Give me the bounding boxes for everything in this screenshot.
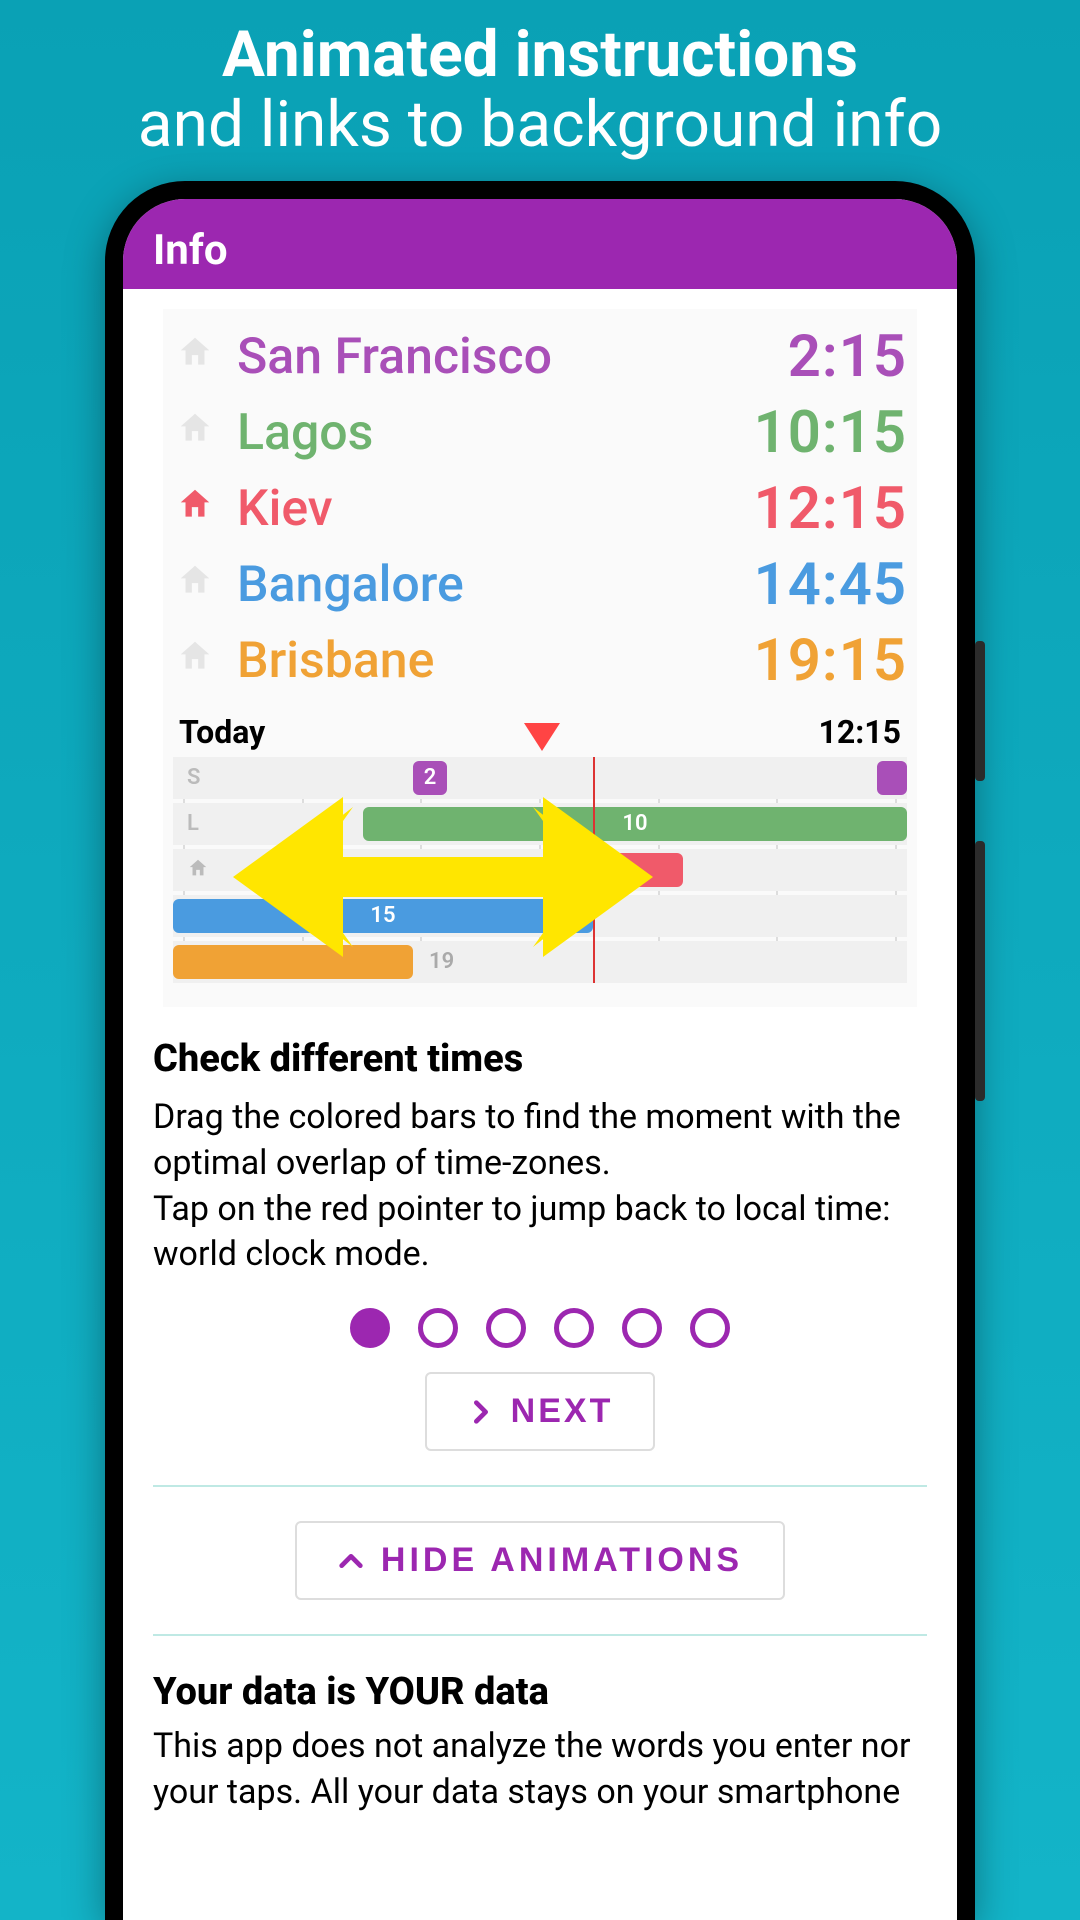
promo-subtitle: and links to background info <box>138 90 942 160</box>
animation-illustration[interactable]: San Francisco2:15Lagos10:15Kiev12:15Bang… <box>163 309 917 1007</box>
privacy-body: This app does not analyze the words you … <box>153 1724 927 1816</box>
timezone-bar[interactable]: 2 <box>413 761 447 795</box>
city-name: Bangalore <box>237 556 734 614</box>
app-bar: Info <box>123 199 957 289</box>
home-icon <box>173 485 217 533</box>
hide-animations-button[interactable]: HIDE ANIMATIONS <box>295 1521 785 1600</box>
page-indicator[interactable] <box>123 1308 957 1348</box>
promo-header: Animated instructions and links to backg… <box>118 0 962 161</box>
timezone-bar[interactable]: 10 <box>363 807 907 841</box>
home-icon <box>173 561 217 609</box>
city-row[interactable]: Bangalore 14:45 <box>173 547 907 623</box>
city-time: 10:15 <box>754 399 907 467</box>
home-icon <box>173 333 217 381</box>
next-button[interactable]: NEXT <box>425 1372 656 1451</box>
phone-side-button <box>975 641 985 781</box>
city-row[interactable]: Brisbane 19:15 <box>173 623 907 699</box>
privacy-heading: Your data is YOUR data <box>153 1670 927 1714</box>
timeline-today-label: Today <box>179 713 265 751</box>
city-row[interactable]: Kiev 12:15 <box>173 471 907 547</box>
home-icon <box>173 637 217 685</box>
chevron-up-icon <box>337 1547 365 1575</box>
timezone-bar[interactable]: 15 <box>173 899 593 933</box>
city-name: San Francisco <box>237 328 768 386</box>
page-dot[interactable] <box>350 1308 390 1348</box>
app-bar-title: Info <box>153 226 228 275</box>
home-icon <box>173 409 217 457</box>
page-dot[interactable] <box>690 1308 730 1348</box>
timeline-bars[interactable]: S 2 L 10 B 15 <box>173 757 907 983</box>
home-row-icon <box>187 857 209 885</box>
page-dot[interactable] <box>418 1308 458 1348</box>
phone-frame: Info San Francisco 2:15 Lagos 10:15 Kiev 12:1… <box>105 181 975 1920</box>
timezone-bar[interactable] <box>173 945 413 979</box>
city-name: Brisbane <box>237 632 734 690</box>
promo-title: Animated instructions <box>138 20 942 90</box>
bar-row-label: S <box>187 765 200 790</box>
city-time: 19:15 <box>754 627 907 695</box>
divider <box>153 1634 927 1636</box>
divider <box>153 1485 927 1487</box>
red-pointer-icon[interactable] <box>524 723 560 751</box>
bar-end-num: 19 <box>429 949 454 974</box>
city-time: 12:15 <box>754 475 907 543</box>
page-dot[interactable] <box>486 1308 526 1348</box>
current-time-line <box>593 757 595 983</box>
city-row[interactable]: San Francisco 2:15 <box>173 319 907 395</box>
timezone-bar[interactable] <box>877 761 907 795</box>
timeline-right-time: 12:15 <box>819 713 901 751</box>
phone-screen: Info San Francisco 2:15 Lagos 10:15 Kiev 12:1… <box>123 199 957 1920</box>
hide-animations-label: HIDE ANIMATIONS <box>381 1541 743 1580</box>
phone-side-button <box>975 841 985 1101</box>
city-time: 2:15 <box>788 323 907 391</box>
timezone-bar[interactable] <box>593 853 683 887</box>
city-time: 14:45 <box>754 551 907 619</box>
city-name: Kiev <box>237 480 734 538</box>
page-dot[interactable] <box>554 1308 594 1348</box>
bar-row-label: L <box>187 811 199 836</box>
info-body: Drag the colored bars to find the moment… <box>153 1095 927 1279</box>
next-button-label: NEXT <box>511 1392 614 1431</box>
page-dot[interactable] <box>622 1308 662 1348</box>
city-row[interactable]: Lagos 10:15 <box>173 395 907 471</box>
city-name: Lagos <box>237 404 734 462</box>
info-heading: Check different times <box>153 1037 927 1081</box>
chevron-right-icon <box>467 1398 495 1426</box>
